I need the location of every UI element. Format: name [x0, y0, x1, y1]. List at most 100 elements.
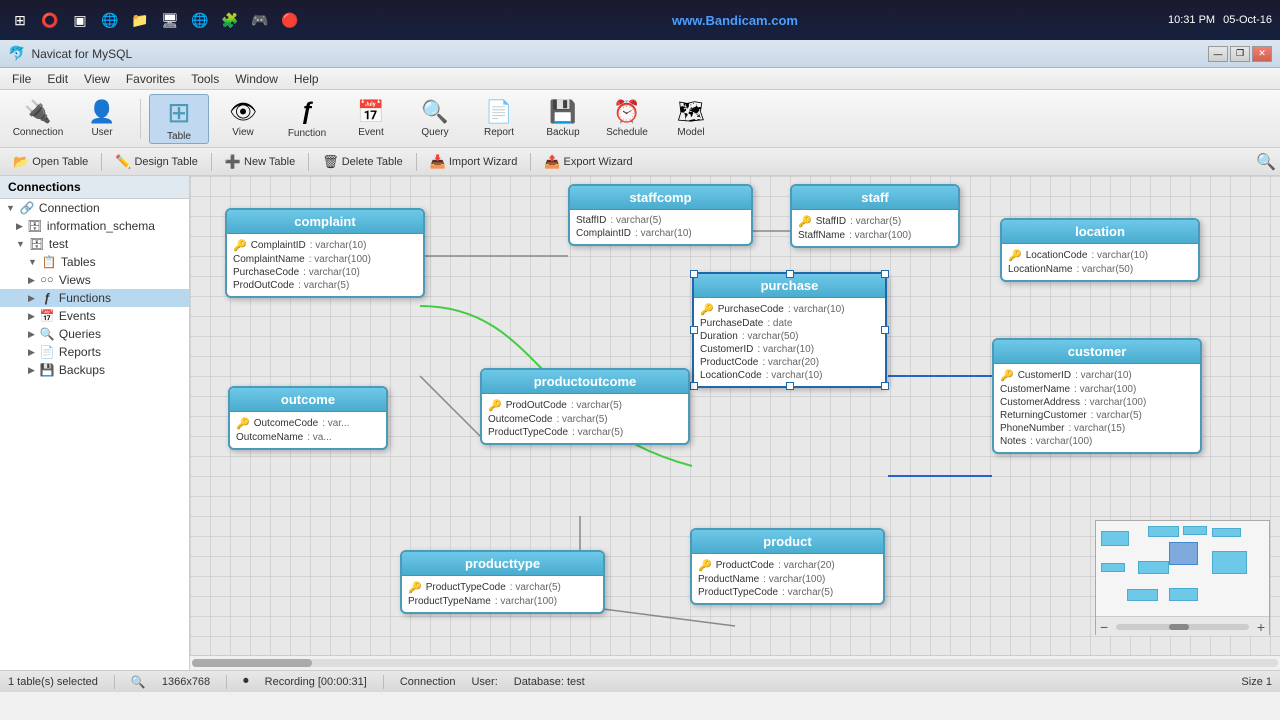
- sidebar-item-views[interactable]: ▶ ○○ Views: [0, 271, 189, 289]
- export-wizard-button[interactable]: 📤 Export Wizard: [535, 151, 641, 173]
- app-title: Navicat for MySQL: [31, 47, 132, 61]
- field-row: StaffName : varchar(100): [798, 229, 952, 242]
- start-button[interactable]: ⊞: [8, 8, 32, 32]
- table-purchase[interactable]: purchase 🔑 PurchaseCode : varchar(10) Pu…: [692, 272, 887, 388]
- horizontal-scrollbar[interactable]: [190, 655, 1280, 670]
- task-icon-9[interactable]: 🔴: [278, 8, 302, 32]
- sidebar-item-queries[interactable]: ▶ 🔍 Queries: [0, 325, 189, 343]
- canvas-area[interactable]: staffcomp StaffID : varchar(5) Complaint…: [190, 176, 1280, 655]
- new-table-button[interactable]: ➕ New Table: [216, 151, 304, 173]
- table-productoutcome[interactable]: productoutcome 🔑 ProdOutCode : varchar(5…: [480, 368, 690, 445]
- task-icon-2[interactable]: ▣: [68, 8, 92, 32]
- delete-table-button[interactable]: 🗑 Delete Table: [313, 151, 411, 173]
- table-body-staff: 🔑 StaffID : varchar(5) StaffName : varch…: [792, 210, 958, 246]
- table-customer[interactable]: customer 🔑 CustomerID : varchar(10) Cust…: [992, 338, 1202, 454]
- zoom-out-button[interactable]: −: [1096, 619, 1112, 635]
- sidebar-item-functions[interactable]: ▶ ƒ Functions: [0, 289, 189, 307]
- key-icon: 🔑: [488, 399, 502, 412]
- menu-window[interactable]: Window: [227, 70, 286, 88]
- sidebar-item-backups[interactable]: ▶ 💾 Backups: [0, 361, 189, 379]
- table-product[interactable]: product 🔑 ProductCode : varchar(20) Prod…: [690, 528, 885, 605]
- menu-favorites[interactable]: Favorites: [118, 70, 183, 88]
- connection-label: Connection: [13, 127, 64, 138]
- minimap-table: [1101, 563, 1125, 573]
- toolbar-function[interactable]: ƒ Function: [277, 94, 337, 144]
- resize-handle-br[interactable]: [881, 382, 889, 390]
- minimap-table: [1101, 531, 1129, 546]
- resize-handle-bl[interactable]: [690, 382, 698, 390]
- task-icon-8[interactable]: 🎮: [248, 8, 272, 32]
- toolbar-table[interactable]: ⊞ Table: [149, 94, 209, 144]
- task-icon-3[interactable]: 🌐: [98, 8, 122, 32]
- minimap-slider[interactable]: [1116, 624, 1249, 630]
- canvas-wrapper[interactable]: staffcomp StaffID : varchar(5) Complaint…: [190, 176, 1280, 670]
- sidebar-item-tables[interactable]: ▼ 📋 Tables: [0, 253, 189, 271]
- scroll-thumb[interactable]: [192, 659, 312, 667]
- table-header-customer: customer: [994, 340, 1200, 364]
- toolbar-model[interactable]: 🗺 Model: [661, 94, 721, 144]
- resize-handle-bm[interactable]: [786, 382, 794, 390]
- menu-help[interactable]: Help: [286, 70, 327, 88]
- scroll-track[interactable]: [192, 659, 1278, 667]
- expand-icon-reports: ▶: [28, 347, 35, 358]
- toolbar-report[interactable]: 📄 Report: [469, 94, 529, 144]
- menu-file[interactable]: File: [4, 70, 39, 88]
- design-table-icon: ✏️: [115, 154, 131, 170]
- export-wizard-icon: 📤: [544, 154, 560, 170]
- sidebar: Connections ▼ 🔗 Connection ▶ 🗄 informati…: [0, 176, 190, 670]
- toolbar-view[interactable]: 👁 View: [213, 94, 273, 144]
- toolbar-event[interactable]: 📅 Event: [341, 94, 401, 144]
- table-location[interactable]: location 🔑 LocationCode : varchar(10) Lo…: [1000, 218, 1200, 282]
- resize-handle-ml[interactable]: [690, 326, 698, 334]
- statusbar: 1 table(s) selected 🔍 1366x768 ⏺ Recordi…: [0, 670, 1280, 692]
- action-sep-5: [530, 153, 531, 171]
- sidebar-item-events[interactable]: ▶ 📅 Events: [0, 307, 189, 325]
- toolbar-user[interactable]: 👤 User: [72, 94, 132, 144]
- task-icon-1[interactable]: ⭕: [38, 8, 62, 32]
- search-icon[interactable]: 🔍: [1256, 154, 1276, 171]
- table-outcome[interactable]: outcome 🔑 OutcomeCode : var... OutcomeNa…: [228, 386, 388, 450]
- resize-handle-tm[interactable]: [786, 270, 794, 278]
- delete-table-label: Delete Table: [342, 156, 403, 168]
- resize-handle-mr[interactable]: [881, 326, 889, 334]
- maximize-button[interactable]: ❐: [1230, 46, 1250, 62]
- menu-edit[interactable]: Edit: [39, 70, 76, 88]
- task-icon-7[interactable]: 🧩: [218, 8, 242, 32]
- table-body-purchase: 🔑 PurchaseCode : varchar(10) PurchaseDat…: [694, 298, 885, 386]
- resize-handle-tr[interactable]: [881, 270, 889, 278]
- zoom-in-button[interactable]: +: [1253, 619, 1269, 635]
- table-staff[interactable]: staff 🔑 StaffID : varchar(5) StaffName :…: [790, 184, 960, 248]
- db-icon-info: 🗄: [27, 219, 43, 233]
- recording-status: Recording [00:00:31]: [265, 676, 367, 688]
- close-button[interactable]: ✕: [1252, 46, 1272, 62]
- minimize-button[interactable]: —: [1208, 46, 1228, 62]
- zoom-icon: 🔍: [131, 675, 146, 689]
- open-table-button[interactable]: 📂 Open Table: [4, 151, 97, 173]
- sidebar-item-information-schema[interactable]: ▶ 🗄 information_schema: [0, 217, 189, 235]
- toolbar-query[interactable]: 🔍 Query: [405, 94, 465, 144]
- table-producttype[interactable]: producttype 🔑 ProductTypeCode : varchar(…: [400, 550, 605, 614]
- task-icon-6[interactable]: 🌐: [188, 8, 212, 32]
- key-icon: 🔑: [1000, 369, 1014, 382]
- sidebar-item-test-db[interactable]: ▼ 🗄 test: [0, 235, 189, 253]
- resize-handle-tl[interactable]: [690, 270, 698, 278]
- task-icon-4[interactable]: 📁: [128, 8, 152, 32]
- task-icon-5[interactable]: 🖥: [158, 8, 182, 32]
- design-table-button[interactable]: ✏️ Design Table: [106, 151, 207, 173]
- table-header-staff: staff: [792, 186, 958, 210]
- sidebar-item-reports[interactable]: ▶ 📄 Reports: [0, 343, 189, 361]
- toolbar-backup[interactable]: 💾 Backup: [533, 94, 593, 144]
- menu-view[interactable]: View: [76, 70, 118, 88]
- function-icon: ƒ: [300, 98, 313, 126]
- toolbar-connection[interactable]: 🔌 Connection: [8, 94, 68, 144]
- table-complaint[interactable]: complaint 🔑 ComplaintID : varchar(10) Co…: [225, 208, 425, 298]
- import-wizard-button[interactable]: 📥 Import Wizard: [421, 151, 527, 173]
- field-row: ComplaintName : varchar(100): [233, 253, 417, 266]
- toolbar-schedule[interactable]: ⏰ Schedule: [597, 94, 657, 144]
- field-row: ProductTypeCode : varchar(5): [488, 426, 682, 439]
- user-label: User: [91, 127, 112, 138]
- menu-tools[interactable]: Tools: [183, 70, 227, 88]
- key-icon: 🔑: [233, 239, 247, 252]
- sidebar-item-connection[interactable]: ▼ 🔗 Connection: [0, 199, 189, 217]
- table-staffcomp[interactable]: staffcomp StaffID : varchar(5) Complaint…: [568, 184, 753, 246]
